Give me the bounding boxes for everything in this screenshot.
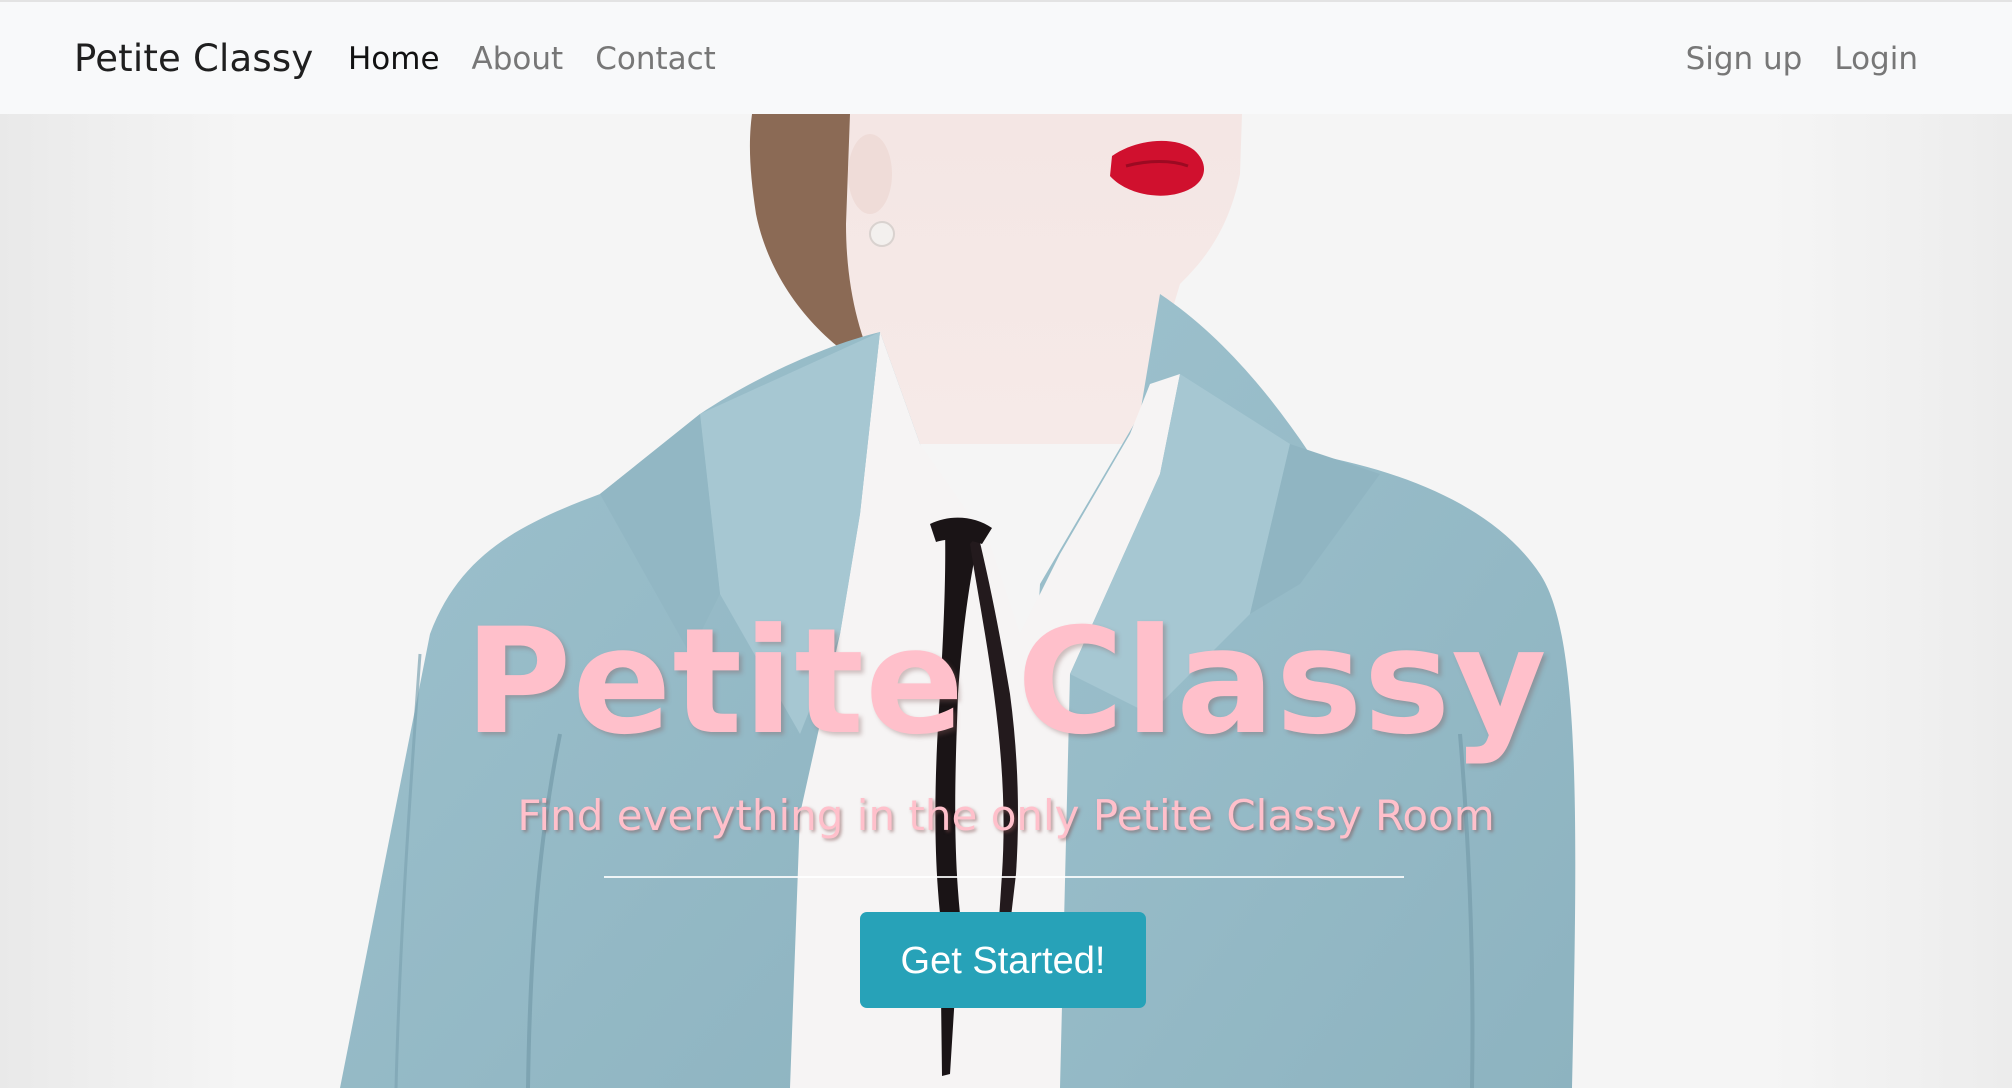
nav-links-right: Sign up Login (1686, 38, 1918, 80)
nav-link-contact[interactable]: Contact (595, 38, 716, 80)
navbar-brand[interactable]: Petite Classy (74, 36, 313, 82)
nav-links-left: Home About Contact (348, 38, 716, 80)
nav-link-signup[interactable]: Sign up (1686, 38, 1803, 80)
top-navbar: Petite Classy Home About Contact Sign up… (0, 0, 2012, 114)
hero-section: Petite Classy Find everything in the onl… (0, 114, 2012, 1088)
hero-title: Petite Classy (464, 597, 1548, 767)
nav-link-login[interactable]: Login (1834, 38, 1918, 80)
hero-content: Petite Classy Find everything in the onl… (0, 114, 2012, 1088)
nav-link-home[interactable]: Home (348, 38, 440, 80)
hero-divider (604, 876, 1404, 878)
nav-link-about[interactable]: About (472, 38, 564, 80)
get-started-button[interactable]: Get Started! (860, 912, 1146, 1008)
hero-subtitle: Find everything in the only Petite Class… (517, 791, 1495, 840)
